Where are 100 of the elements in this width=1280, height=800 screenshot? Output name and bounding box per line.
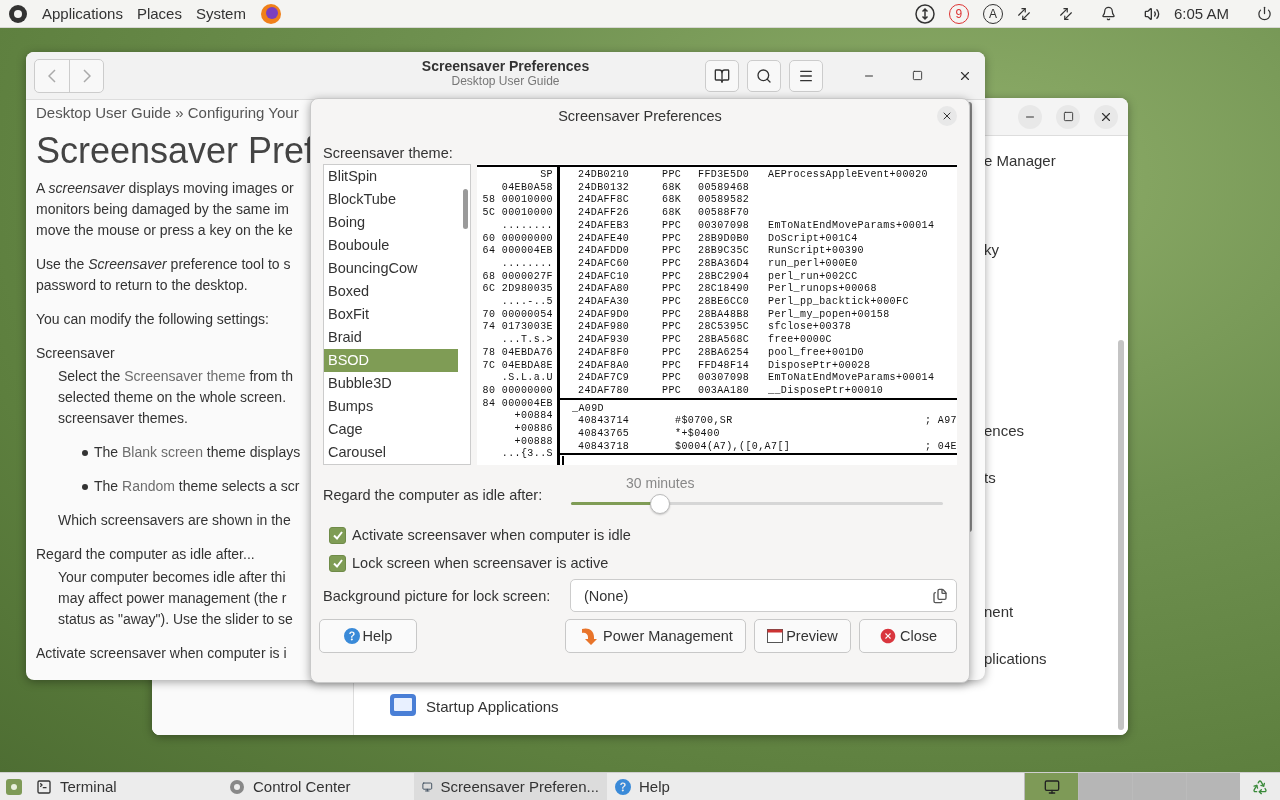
theme-item[interactable]: Bouboule	[324, 234, 458, 257]
help-icon	[343, 628, 360, 644]
theme-item[interactable]: Bumps	[324, 395, 458, 418]
panel-menu[interactable]: Applications	[42, 5, 123, 22]
preview-text: 74 0173003E	[482, 321, 553, 335]
close-button[interactable]	[1094, 104, 1118, 129]
volume-icon[interactable]	[1143, 5, 1160, 22]
menu-button[interactable]	[789, 59, 823, 92]
scrollbar[interactable]	[1118, 340, 1124, 730]
preview-text: __DisposePtr+00010	[768, 384, 885, 398]
theme-label: Screensaver theme:	[323, 145, 454, 161]
settings-item[interactable]: e Manager	[984, 150, 1128, 172]
theme-item[interactable]: Bubble3D	[324, 372, 458, 395]
power-icon[interactable]	[1257, 6, 1272, 21]
browser-icon[interactable]	[259, 2, 282, 25]
settings-item[interactable]: Startup Applications	[426, 697, 559, 715]
preview-text: PPC	[662, 257, 683, 271]
preview-text: 24DAF980	[578, 321, 631, 335]
preview-text: ........	[501, 257, 553, 271]
files-icon[interactable]	[932, 587, 948, 604]
preview-text: PPC	[662, 359, 683, 373]
slider-thumb[interactable]	[650, 494, 671, 514]
maximize-icon	[911, 70, 923, 81]
background-label: Background picture for lock screen:	[323, 587, 551, 604]
clock[interactable]: 6:05 AM	[1173, 5, 1229, 22]
theme-item[interactable]: Carousel	[324, 441, 458, 464]
taskbar-item[interactable]: Control Center	[221, 773, 414, 800]
preview-text: 64 000004EB	[482, 245, 553, 258]
scrollbar[interactable]	[463, 189, 468, 229]
preview-text: $0004(A7),([0,A7[]	[675, 440, 792, 454]
preview-text: 60 00000000	[482, 232, 553, 246]
preview-text: FFD3E5D0	[698, 169, 751, 182]
taskbar-item[interactable]: Terminal	[28, 773, 221, 800]
preview-text: PPC	[662, 346, 683, 360]
preview-text: 28BA568C	[698, 334, 751, 347]
workspace-button[interactable]	[1024, 773, 1078, 800]
term-text: Screensaver	[36, 344, 115, 363]
logo-icon[interactable]	[8, 3, 28, 24]
preview-text: perl_run+002CC	[768, 270, 859, 283]
settings-item[interactable]: nent	[984, 601, 1128, 623]
file-chooser[interactable]: (None)	[570, 579, 957, 612]
term-text: Activate screensaver when computer is i	[36, 644, 287, 663]
gear-icon	[229, 778, 245, 795]
close-button[interactable]: Close	[859, 619, 957, 653]
preview-text: DisposePtr+00028	[768, 359, 872, 372]
power-management-button[interactable]: Power Management	[565, 619, 746, 653]
preview-text: 28B9D0B0	[698, 232, 751, 246]
maximize-button[interactable]	[1056, 104, 1080, 129]
theme-item[interactable]: Braid	[324, 326, 458, 349]
breadcrumb[interactable]: Desktop User Guide » Configuring Your	[36, 102, 299, 124]
theme-item[interactable]: BlockTube	[324, 188, 458, 211]
preview-text: 70 00000054	[482, 308, 553, 322]
preview-text: 24DAFDD0	[578, 245, 631, 258]
panel-menu[interactable]: Places	[136, 5, 182, 22]
preview-text: PPC	[662, 321, 683, 335]
book-icon	[714, 67, 730, 84]
checkbox-label[interactable]: Lock screen when screensaver is active	[352, 555, 609, 571]
search-button[interactable]	[747, 59, 781, 92]
help-link[interactable]: Random	[122, 478, 175, 494]
bell-icon[interactable]	[1100, 6, 1116, 21]
close-button[interactable]	[937, 106, 957, 126]
checkbox[interactable]	[329, 554, 346, 572]
window-subtitle: Desktop User Guide	[451, 74, 560, 88]
preview-text: PPC	[662, 270, 683, 284]
preview-text: 00307098	[698, 219, 751, 233]
help-text: move the mouse or press a key on the ke	[36, 221, 293, 240]
theme-item[interactable]: BoxFit	[324, 303, 458, 326]
help-link[interactable]: Screensaver theme	[124, 368, 246, 384]
theme-item[interactable]: Boxed	[324, 280, 458, 303]
preview-text: PPC	[662, 169, 683, 182]
theme-list[interactable]: BlitSpin BlockTube Boing Bouboule BouncingCow Boxed BoxFit Braid BSOD Bubble3D Bumps Cage Carousel	[323, 164, 471, 465]
taskbar-item[interactable]: Help	[607, 773, 800, 800]
preview-button[interactable]: Preview	[754, 619, 851, 653]
help-button[interactable]: Help	[319, 619, 417, 653]
preview-text: run_perl+000E0	[768, 257, 859, 271]
theme-item[interactable]: BlitSpin	[324, 165, 458, 188]
preview-text: 28BA48B8	[698, 308, 751, 322]
settings-item[interactable]: ences	[984, 420, 1128, 442]
panel-menu[interactable]: System	[195, 5, 246, 22]
help-link[interactable]: Blank screen	[122, 444, 203, 460]
settings-item[interactable]: ts	[984, 467, 1128, 489]
checkbox-label[interactable]: Activate screensaver when computer is idle	[352, 527, 631, 543]
theme-item[interactable]: Boing	[324, 211, 458, 234]
settings-item[interactable]: plications	[984, 648, 1128, 670]
checkbox[interactable]	[329, 526, 346, 544]
help-text: selected theme on the whole screen.	[58, 388, 287, 407]
preview-text: +00886	[514, 423, 553, 436]
preview-text: 24DAFEB3	[578, 219, 631, 233]
preview-text: 80 00000000	[482, 384, 553, 398]
theme-item[interactable]: BouncingCow	[324, 257, 458, 280]
idle-label: Regard the computer as idle after:	[323, 487, 543, 503]
bookmark-button[interactable]	[705, 59, 739, 92]
settings-item[interactable]: ky	[984, 239, 1128, 261]
window-icon	[767, 629, 784, 643]
taskbar-item[interactable]: Screensaver Preferen...	[414, 773, 607, 800]
theme-item[interactable]: Cage	[324, 418, 458, 441]
maximize-icon	[1062, 111, 1074, 122]
minimize-button[interactable]	[1018, 104, 1042, 129]
preview-text: RunScript+00390	[768, 245, 865, 258]
updown-icon[interactable]	[914, 3, 935, 24]
